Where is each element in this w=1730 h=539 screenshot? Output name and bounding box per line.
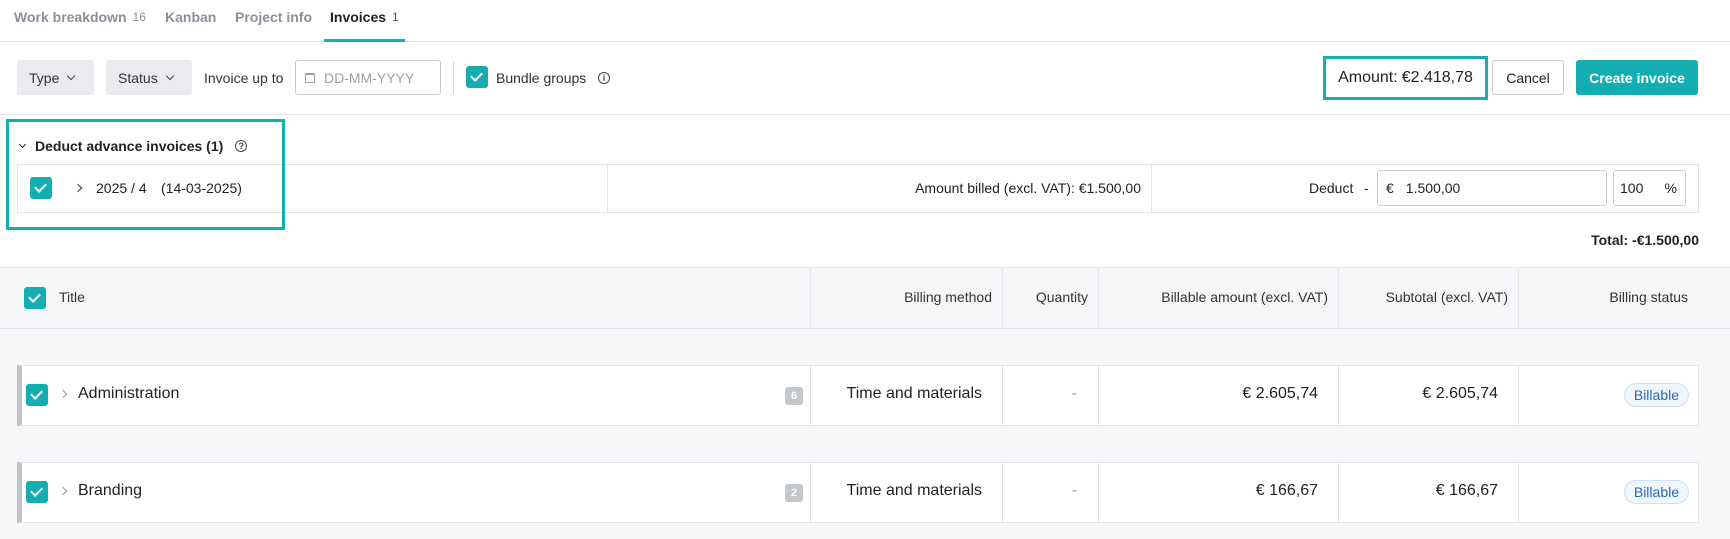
row-title: Branding xyxy=(78,482,143,499)
currency-symbol: € xyxy=(1386,180,1394,196)
cancel-button[interactable]: Cancel xyxy=(1492,60,1564,95)
info-icon[interactable]: i xyxy=(598,72,610,84)
column-divider xyxy=(1518,463,1519,522)
status-filter-label: Status xyxy=(118,69,158,86)
row-subtotal: € 2.605,74 xyxy=(1422,385,1498,402)
create-invoice-button[interactable]: Create invoice xyxy=(1576,60,1698,95)
row-quantity: - xyxy=(1071,482,1077,499)
deduct-total: Total: -€1.500,00 xyxy=(1591,232,1699,248)
header-billing-status: Billing status xyxy=(1609,289,1688,305)
column-divider xyxy=(810,366,811,425)
highlight-outline xyxy=(6,119,285,230)
invoice-date-input[interactable]: DD-MM-YYYY xyxy=(295,60,441,95)
type-filter-button[interactable]: Type xyxy=(17,60,94,95)
amount-label: Amount: xyxy=(1338,69,1398,86)
percent-value: 100 xyxy=(1620,180,1644,196)
invoice-up-to-label: Invoice up to xyxy=(204,70,284,86)
column-divider xyxy=(1098,366,1099,425)
row-item-count: 6 xyxy=(785,387,803,405)
select-all-checkbox[interactable] xyxy=(24,287,46,309)
chevron-down-icon xyxy=(67,71,76,80)
column-divider xyxy=(1002,463,1003,522)
column-divider xyxy=(1518,366,1519,425)
column-divider xyxy=(1338,268,1339,328)
tab-label: Kanban xyxy=(165,9,217,25)
chevron-down-icon xyxy=(165,71,174,80)
chevron-right-icon[interactable] xyxy=(58,389,68,399)
row-checkbox[interactable] xyxy=(26,384,48,406)
cell-divider xyxy=(607,165,608,212)
status-badge: Billable xyxy=(1623,480,1689,504)
invoice-toolbar: Type Status Invoice up to DD-MM-YYYY Bun… xyxy=(0,42,1730,115)
column-divider xyxy=(1002,268,1003,328)
row-billing-method: Time and materials xyxy=(846,482,982,499)
deduct-label: Deduct xyxy=(1309,180,1354,196)
tab-bar: Work breakdown 16 Kanban Project info In… xyxy=(0,0,1730,42)
tab-kanban[interactable]: Kanban xyxy=(165,0,216,42)
column-divider xyxy=(1098,268,1099,328)
table-row[interactable]: Administration 6 Time and materials - € … xyxy=(17,365,1699,426)
tab-count: 1 xyxy=(392,10,399,24)
row-checkbox[interactable] xyxy=(26,481,48,503)
tab-label: Work breakdown xyxy=(14,9,127,25)
header-title: Title xyxy=(59,289,85,305)
table-row[interactable]: Branding 2 Time and materials - € 166,67… xyxy=(17,462,1699,523)
deduct-percent-input[interactable]: 100 % xyxy=(1613,170,1686,206)
type-filter-label: Type xyxy=(29,69,60,86)
amount-billed: Amount billed (excl. VAT): €1.500,00 xyxy=(915,180,1141,196)
column-divider xyxy=(1338,366,1339,425)
tab-work-breakdown[interactable]: Work breakdown 16 xyxy=(14,0,146,42)
column-divider xyxy=(1518,268,1519,328)
toolbar-divider xyxy=(453,62,454,94)
calendar-icon xyxy=(305,72,315,83)
bundle-groups-label: Bundle groups xyxy=(496,70,587,86)
tab-label: Project info xyxy=(235,9,313,25)
percent-sign: % xyxy=(1664,180,1677,196)
table-header: Title Billing method Quantity Billable a… xyxy=(0,267,1730,329)
cell-divider xyxy=(1151,165,1152,212)
header-billable-amount: Billable amount (excl. VAT) xyxy=(1161,289,1328,305)
row-title: Administration xyxy=(78,385,180,402)
header-subtotal: Subtotal (excl. VAT) xyxy=(1385,289,1508,305)
column-divider xyxy=(1002,366,1003,425)
date-placeholder: DD-MM-YYYY xyxy=(324,69,415,86)
header-billing-method: Billing method xyxy=(904,289,992,305)
row-billable-amount: € 2.605,74 xyxy=(1242,385,1318,402)
amount-total: Amount: €2.418,78 xyxy=(1323,56,1488,100)
column-divider xyxy=(1098,463,1099,522)
column-divider xyxy=(810,463,811,522)
amount-value: €2.418,78 xyxy=(1401,69,1473,86)
deduct-amount-value: 1.500,00 xyxy=(1405,180,1461,196)
header-quantity: Quantity xyxy=(1035,289,1088,305)
row-item-count: 2 xyxy=(785,484,803,502)
deduct-sign: - xyxy=(1364,180,1369,196)
tab-label: Invoices xyxy=(330,9,387,25)
column-divider xyxy=(810,268,811,328)
row-quantity: - xyxy=(1071,385,1077,402)
row-billing-method: Time and materials xyxy=(846,385,982,402)
chevron-right-icon[interactable] xyxy=(58,486,68,496)
status-badge: Billable xyxy=(1623,383,1689,407)
row-subtotal: € 166,67 xyxy=(1435,482,1498,499)
status-filter-button[interactable]: Status xyxy=(106,60,192,95)
tab-count: 16 xyxy=(132,10,146,24)
tab-invoices[interactable]: Invoices 1 xyxy=(324,0,405,42)
deduct-amount-input[interactable]: € 1.500,00 xyxy=(1377,170,1607,206)
row-billable-amount: € 166,67 xyxy=(1255,482,1318,499)
bundle-groups-checkbox[interactable] xyxy=(466,66,488,88)
tab-project-info[interactable]: Project info xyxy=(235,0,312,42)
column-divider xyxy=(1338,463,1339,522)
